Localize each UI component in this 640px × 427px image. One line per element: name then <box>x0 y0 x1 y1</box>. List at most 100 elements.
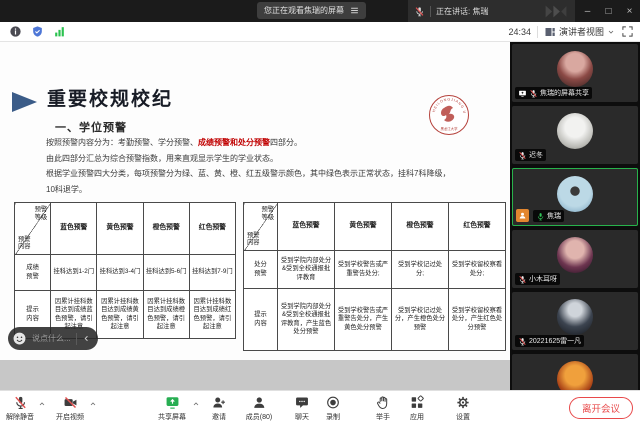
chat-input-placeholder[interactable]: 说点什么... <box>32 333 71 344</box>
table-cell: 挂科达到3-4门 <box>97 255 143 291</box>
avatar <box>557 51 593 87</box>
row-label: 处分预警 <box>244 251 278 289</box>
camera-off-icon <box>63 395 78 410</box>
speaking-indicator: 正在讲话: 焦瑞 <box>408 0 575 22</box>
corner-bottom-label: 预警内容 <box>246 232 260 247</box>
participant-tile[interactable]: 迟冬 <box>512 106 638 164</box>
participant-tile[interactable]: 小木耳呀 <box>512 230 638 288</box>
menu-icon[interactable] <box>350 6 359 15</box>
view-mode-dropdown[interactable]: 演讲者视图 <box>544 25 615 38</box>
table-row: 处分预警 受到学院内部处分&受到全校通报批评教育 受到学校警告或严重警告处分; … <box>244 251 506 289</box>
minimize-button[interactable]: – <box>577 0 598 22</box>
avatar <box>557 237 593 273</box>
screen-watch-banner[interactable]: 您正在观看焦瑞的屏幕 <box>257 2 366 19</box>
emoji-smiley-icon[interactable] <box>12 331 27 346</box>
meeting-info-icon[interactable] <box>9 25 22 38</box>
invite-person-icon <box>212 395 227 410</box>
speaking-label: 正在讲话: 焦瑞 <box>436 6 488 17</box>
participant-tile-speaking[interactable]: 焦瑞 <box>512 168 638 226</box>
paragraph-2: 由此四部分汇总为综合预警指数，用来直观显示学生的学业状态。 <box>46 151 498 167</box>
participant-tile-share[interactable]: 焦瑞的屏幕共享 <box>512 44 638 102</box>
members-button[interactable]: 成员(80) <box>246 395 272 422</box>
table-cell: 受到学院内部处分&受到全校通报批评教育 <box>278 251 335 289</box>
column-header: 橙色预警 <box>143 203 189 255</box>
raise-hand-button[interactable]: 举手 <box>376 395 391 422</box>
apps-button[interactable]: 应用 <box>410 395 425 422</box>
screen-share-mini-icon <box>518 89 527 98</box>
corner-top-label: 预警等级 <box>34 206 48 221</box>
close-button[interactable]: × <box>619 0 640 22</box>
window-controls: – □ × <box>577 0 640 22</box>
avatar <box>557 113 593 149</box>
network-signal-icon[interactable] <box>53 25 66 38</box>
table-cell: 受到学校警告或严重警告处分; <box>335 251 392 289</box>
muted-mic-icon <box>13 395 28 410</box>
logo-watermark-icon <box>543 5 569 18</box>
seal-caption: 黑龙江大学 <box>441 126 459 131</box>
elapsed-time: 24:34 <box>508 27 531 37</box>
participant-label: 焦瑞的屏幕共享 <box>515 87 592 99</box>
record-icon <box>326 395 341 410</box>
corner-bottom-label: 预警内容 <box>17 236 31 251</box>
collapse-chevron-left-icon[interactable] <box>82 334 91 343</box>
table-cell: 受到学院内部处分&受到全校通报批评教育，产生蓝色处分预警 <box>278 289 335 351</box>
status-icons <box>0 25 66 38</box>
gear-icon <box>456 395 471 410</box>
participant-name: 小木耳呀 <box>529 274 557 284</box>
security-shield-icon[interactable] <box>31 25 44 38</box>
shared-screen-slide: 重要校规校纪 一、学位预警 按照预警内容分为：考勤预警、学分预警、成绩预警和处分… <box>0 42 510 360</box>
video-options-caret[interactable] <box>89 400 97 408</box>
fullscreen-icon[interactable] <box>621 25 634 38</box>
screen-share-letterbox <box>0 360 510 390</box>
settings-button[interactable]: 设置 <box>456 395 471 422</box>
table-cell: 因累计挂科数目达到成绩红色预警，请引起注意 <box>189 291 235 339</box>
paragraph-1-highlight: 成绩预警和处分预警 <box>198 138 270 147</box>
meeting-info-bar: 24:34 演讲者视图 <box>0 22 640 42</box>
participant-name: 焦瑞的屏幕共享 <box>540 88 589 98</box>
participant-label: 20221625雷一凡 <box>515 335 584 347</box>
participant-label: 小木耳呀 <box>515 273 560 285</box>
table-cell: 挂科达到5-6门 <box>143 255 189 291</box>
layout-icon <box>544 26 556 38</box>
unmute-label: 解除静音 <box>6 412 34 422</box>
participant-name: 20221625雷一凡 <box>529 336 581 346</box>
start-video-button[interactable]: 开启视频 <box>56 395 84 422</box>
table-cell: 因累计挂科数目达到成绩橙色预警，请引起注意 <box>143 291 189 339</box>
chat-bubble-icon <box>295 395 310 410</box>
members-label: 成员(80) <box>246 412 272 422</box>
members-person-icon <box>251 395 266 410</box>
participant-tile[interactable]: 20221625雷一凡 <box>512 292 638 350</box>
score-warning-table: 预警等级 预警内容 蓝色预警 黄色预警 橙色预警 红色预警 成绩预警 挂科达到1… <box>14 202 236 339</box>
share-options-caret[interactable] <box>192 400 200 408</box>
raise-hand-icon <box>376 395 391 410</box>
leave-meeting-button[interactable]: 离开会议 <box>569 397 633 419</box>
invite-label: 邀请 <box>212 412 226 422</box>
divider <box>430 6 431 17</box>
start-video-label: 开启视频 <box>56 412 84 422</box>
participant-label: 迟冬 <box>515 149 546 161</box>
row-label: 提示内容 <box>244 289 278 351</box>
title-triangle-bullet <box>12 92 37 112</box>
raise-hand-label: 举手 <box>376 412 390 422</box>
university-seal: HEILONGJIANG UNIVERSITY 黑龙江大学 <box>428 94 470 136</box>
apps-grid-icon <box>410 395 425 410</box>
share-screen-button[interactable]: 共享屏幕 <box>158 395 186 422</box>
unmute-button[interactable]: 解除静音 <box>6 395 34 422</box>
column-header: 蓝色预警 <box>278 203 335 251</box>
chat-button[interactable]: 聊天 <box>295 395 310 422</box>
corner-top-label: 预警等级 <box>261 206 275 221</box>
share-screen-icon <box>165 395 180 410</box>
participant-tile[interactable] <box>512 354 638 390</box>
slide-subtitle: 一、学位预警 <box>55 119 127 135</box>
table-cell: 受到学校记过处分，产生橙色处分预警 <box>392 289 449 351</box>
maximize-button[interactable]: □ <box>598 0 619 22</box>
apps-label: 应用 <box>410 412 424 422</box>
table-cell: 挂科达到1-2门 <box>51 255 97 291</box>
chat-quick-input[interactable]: 说点什么... <box>8 327 98 350</box>
table-cell: 受到学校记过处分; <box>392 251 449 289</box>
invite-button[interactable]: 邀请 <box>212 395 227 422</box>
record-button[interactable]: 录制 <box>326 395 341 422</box>
view-mode-label: 演讲者视图 <box>559 25 604 38</box>
meeting-window: 您正在观看焦瑞的屏幕 正在讲话: 焦瑞 – □ × 24:34 演讲者视图 <box>0 0 640 427</box>
mic-options-caret[interactable] <box>38 400 46 408</box>
